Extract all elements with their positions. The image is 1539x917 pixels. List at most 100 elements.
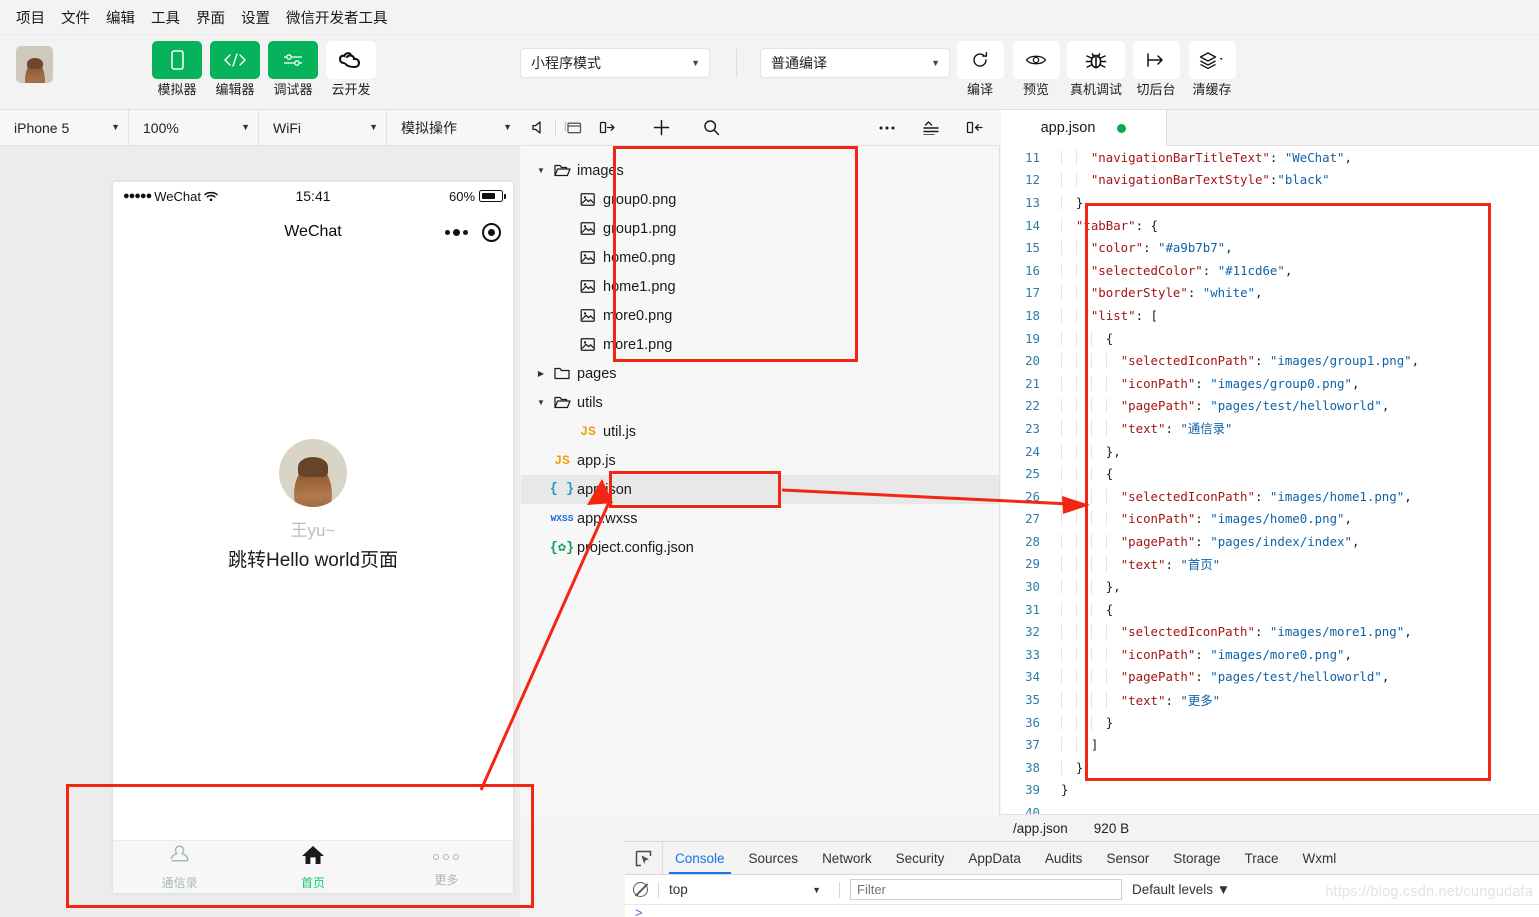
clear-cache-button[interactable]: 清缓存 [1187,41,1237,98]
hello-world-link[interactable]: 跳转Hello world页面 [228,545,398,572]
menu-item-devtools[interactable]: 微信开发者工具 [278,5,396,30]
file-tree-row[interactable]: group0.png [521,185,999,214]
file-tree-row[interactable]: {✿} project.config.json [521,533,999,562]
collapse-left-icon[interactable] [958,110,992,146]
file-tree-row[interactable]: more1.png [521,330,999,359]
menu-item-edit[interactable]: 编辑 [98,5,143,30]
file-tree-row[interactable]: ▼ images [521,156,999,185]
code-text[interactable]: "selectedIconPath": "images/group1.png", [1049,353,1539,369]
console-context-select[interactable]: top ▼ [669,882,829,897]
sound-icon[interactable] [521,110,555,146]
simulator-toggle-button[interactable]: 模拟器 [152,41,202,98]
devtools-tab-sensor[interactable]: Sensor [1094,842,1161,874]
device-select[interactable]: iPhone 5 ▼ [0,109,129,146]
code-text[interactable]: "text": "通信录" [1049,419,1539,438]
devtools-tab-storage[interactable]: Storage [1161,842,1232,874]
network-select[interactable]: WiFi ▼ [259,109,387,146]
background-button[interactable]: 切后台 [1131,41,1181,98]
code-text[interactable]: ] [1049,737,1539,753]
tab-contacts[interactable]: 通信录 [113,841,246,893]
code-text[interactable]: { [1049,601,1539,617]
menu-item-interface[interactable]: 界面 [188,5,233,30]
code-text[interactable]: "selectedColor": "#11cd6e", [1049,262,1539,278]
zoom-select[interactable]: 100% ▼ [129,109,259,146]
chevron-down-icon[interactable]: ▼ [533,398,549,407]
code-text[interactable]: "list": [ [1049,307,1539,323]
code-text[interactable]: "borderStyle": "white", [1049,285,1539,301]
sort-icon[interactable] [914,110,948,146]
code-text[interactable]: "text": "首页" [1049,554,1539,573]
mode-select[interactable]: 小程序模式 ▼ [520,48,710,78]
code-text[interactable]: "iconPath": "images/more0.png", [1049,646,1539,662]
close-target-icon[interactable] [482,222,501,242]
clear-console-icon[interactable] [633,882,648,897]
code-text[interactable]: "selectedIconPath": "images/more1.png", [1049,624,1539,640]
file-tree-row[interactable]: JS util.js [521,417,999,446]
add-icon[interactable] [644,110,678,146]
file-tree-row[interactable]: group1.png [521,214,999,243]
code-text[interactable]: { [1049,466,1539,482]
menu-item-file[interactable]: 文件 [53,5,98,30]
debugger-toggle-button[interactable]: 调试器 [268,41,318,98]
tree-more-icon[interactable] [870,110,904,146]
preview-button[interactable]: 预览 [1011,41,1061,98]
real-device-debug-button[interactable]: 真机调试 [1067,41,1125,98]
chevron-down-icon[interactable]: ▼ [533,166,549,175]
devtools-tab-trace[interactable]: Trace [1233,842,1291,874]
window-icon[interactable] [556,110,590,146]
code-text[interactable]: } [1049,714,1539,730]
compile-button[interactable]: 编译 [955,41,1005,98]
code-text[interactable]: { [1049,330,1539,346]
file-tree-row[interactable]: WXSS app.wxss [521,504,999,533]
editor-tab-app-json[interactable]: app.json [1001,110,1167,146]
compile-mode-select[interactable]: 普通编译 ▼ [760,48,950,78]
code-text[interactable]: }, [1049,194,1539,210]
code-text[interactable]: "iconPath": "images/home0.png", [1049,511,1539,527]
editor-toggle-button[interactable]: 编辑器 [210,41,260,98]
tab-more[interactable]: 更多 [380,841,513,893]
file-tree-row[interactable]: ▼ utils [521,388,999,417]
file-tree-row[interactable]: home0.png [521,243,999,272]
code-text[interactable]: "navigationBarTitleText": "WeChat", [1049,149,1539,165]
devtools-tab-sources[interactable]: Sources [737,842,811,874]
cloud-dev-button[interactable]: 云开发 [326,41,376,98]
devtools-tab-console[interactable]: Console [663,842,737,874]
file-tree-row[interactable]: home1.png [521,272,999,301]
code-text[interactable]: "iconPath": "images/group0.png", [1049,375,1539,391]
search-icon[interactable] [694,110,728,146]
menu-item-project[interactable]: 项目 [8,5,53,30]
code-text[interactable]: } [1049,759,1539,775]
more-dots-icon[interactable] [445,228,468,236]
code-text[interactable]: "text": "更多" [1049,690,1539,709]
console-levels-select[interactable]: Default levels ▼ [1132,882,1230,897]
devtools-tab-audits[interactable]: Audits [1033,842,1095,874]
code-text[interactable]: "color": "#a9b7b7", [1049,240,1539,256]
code-text[interactable]: "pagePath": "pages/index/index", [1049,533,1539,549]
chevron-right-icon[interactable]: ▶ [533,369,549,378]
file-tree-row[interactable]: JS app.js [521,446,999,475]
code-text[interactable]: "selectedIconPath": "images/home1.png", [1049,488,1539,504]
simulate-action-select[interactable]: 模拟操作 ▼ [387,110,520,146]
console-prompt[interactable]: > [625,905,1539,917]
devtools-tab-wxml[interactable]: Wxml [1291,842,1349,874]
user-avatar[interactable] [16,46,53,83]
tab-home[interactable]: 首页 [246,841,379,893]
file-tree-row[interactable]: ▶ pages [521,359,999,388]
menu-item-settings[interactable]: 设置 [233,5,278,30]
devtools-tab-network[interactable]: Network [810,842,884,874]
console-filter-input[interactable] [850,879,1122,900]
code-text[interactable]: "pagePath": "pages/test/helloworld", [1049,669,1539,685]
code-text[interactable]: "pagePath": "pages/test/helloworld", [1049,398,1539,414]
menu-item-tools[interactable]: 工具 [143,5,188,30]
code-text[interactable]: } [1049,782,1539,797]
code-text[interactable]: }, [1049,579,1539,595]
code-text[interactable]: }, [1049,443,1539,459]
devtools-tab-appdata[interactable]: AppData [956,842,1033,874]
file-tree-row[interactable]: { } app.json [521,475,999,504]
file-tree[interactable]: ▼ images group0.png group1.png home0.png … [521,146,1000,817]
file-tree-row[interactable]: more0.png [521,301,999,330]
code-editor[interactable]: 11 "navigationBarTitleText": "WeChat", 12… [1001,146,1539,814]
devtools-tab-security[interactable]: Security [884,842,957,874]
inspect-element-icon[interactable] [625,842,663,874]
code-text[interactable]: "tabBar": { [1049,217,1539,233]
